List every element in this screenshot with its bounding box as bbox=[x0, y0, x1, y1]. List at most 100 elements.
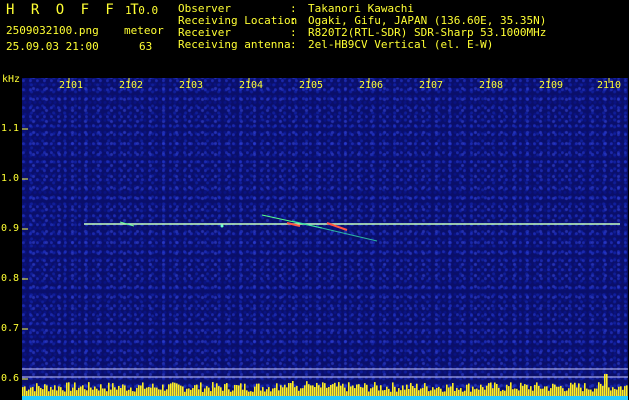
histogram-bar bbox=[382, 390, 384, 396]
histogram-bar bbox=[282, 387, 284, 396]
histogram-bar bbox=[238, 385, 240, 396]
image-filename: 2509032100.png bbox=[6, 24, 99, 37]
histogram-bar bbox=[432, 387, 434, 396]
histogram-bar bbox=[66, 382, 68, 396]
histogram-bar bbox=[560, 385, 562, 396]
histogram-bar bbox=[188, 388, 190, 396]
histogram-bar bbox=[120, 387, 122, 396]
histogram-bar bbox=[416, 383, 418, 396]
histogram-bar bbox=[388, 388, 390, 396]
histogram-bar bbox=[556, 386, 558, 396]
histogram-bar bbox=[166, 389, 168, 396]
histogram-bar bbox=[64, 391, 66, 396]
histogram-bar bbox=[56, 390, 58, 396]
histogram-bar bbox=[244, 383, 246, 396]
histogram-bar bbox=[274, 387, 276, 396]
histogram-bar bbox=[558, 386, 560, 396]
histogram-bar bbox=[232, 390, 234, 396]
histogram-bar bbox=[276, 383, 278, 396]
histogram-bar bbox=[182, 386, 184, 396]
histogram-bar bbox=[398, 388, 400, 396]
histogram-bar bbox=[246, 390, 248, 396]
histogram-bar bbox=[316, 382, 318, 396]
histogram-bar bbox=[404, 389, 406, 396]
histogram-bar bbox=[78, 387, 80, 396]
histogram-bar bbox=[392, 382, 394, 396]
histogram-bar bbox=[522, 385, 524, 396]
histogram-bar bbox=[356, 384, 358, 396]
x-tick-label: 2103 bbox=[179, 80, 204, 91]
histogram-bar bbox=[118, 385, 120, 396]
histogram-bar bbox=[474, 389, 476, 396]
histogram-bar bbox=[328, 387, 330, 396]
histogram-bar bbox=[110, 389, 112, 396]
histogram-bar bbox=[134, 391, 136, 396]
histogram-bar bbox=[252, 391, 254, 396]
histogram-bar bbox=[256, 383, 258, 396]
histogram-bar bbox=[52, 389, 54, 396]
capture-timestamp: 25.09.03 21:00 bbox=[6, 40, 99, 53]
histogram-bar bbox=[434, 389, 436, 396]
histogram-bar bbox=[506, 384, 508, 396]
histogram-bar bbox=[100, 384, 102, 396]
y-tick-label: 0.7 bbox=[1, 323, 20, 334]
histogram-bar bbox=[26, 390, 28, 396]
histogram-bar bbox=[438, 386, 440, 396]
histogram-bar bbox=[604, 374, 606, 396]
histogram-bar bbox=[338, 382, 340, 396]
histogram-bar bbox=[308, 384, 310, 396]
histogram-bar bbox=[340, 385, 342, 396]
histogram-bar bbox=[146, 387, 148, 396]
histogram-bar bbox=[144, 388, 146, 396]
histogram-bar bbox=[32, 386, 34, 396]
histogram-bar bbox=[422, 387, 424, 396]
histogram-bar bbox=[464, 390, 466, 396]
histogram-bar bbox=[574, 382, 576, 396]
histogram-bar bbox=[24, 386, 26, 396]
histogram-bar bbox=[88, 382, 90, 396]
histogram-bar bbox=[436, 387, 438, 396]
histogram-bar bbox=[586, 388, 588, 396]
histogram-bar bbox=[466, 384, 468, 396]
histogram-bar bbox=[584, 383, 586, 396]
histogram-bar bbox=[322, 382, 324, 396]
histogram-bar bbox=[504, 390, 506, 396]
histogram-bar bbox=[272, 388, 274, 396]
histogram-bar bbox=[396, 391, 398, 396]
histogram-bar bbox=[212, 382, 214, 396]
histogram-bar bbox=[314, 387, 316, 396]
histogram-bar bbox=[508, 386, 510, 396]
histogram-bar bbox=[152, 383, 154, 396]
histogram-bar bbox=[576, 387, 578, 396]
histogram-bar bbox=[50, 387, 52, 396]
histogram-bar bbox=[406, 384, 408, 396]
histogram-bar bbox=[622, 389, 624, 396]
histogram-bar bbox=[410, 382, 412, 396]
histogram-bar bbox=[122, 384, 124, 396]
histogram-bar bbox=[424, 383, 426, 396]
x-tick-label: 2110 bbox=[597, 80, 622, 91]
histogram-bar bbox=[326, 387, 328, 396]
histogram-bar bbox=[492, 388, 494, 396]
histogram-bar bbox=[136, 387, 138, 396]
histogram-bar bbox=[204, 388, 206, 396]
histogram-bar bbox=[210, 391, 212, 396]
histogram-bar bbox=[536, 382, 538, 396]
histogram-bar bbox=[304, 385, 306, 396]
histogram-bar bbox=[292, 380, 294, 396]
histogram-bar bbox=[526, 384, 528, 396]
histogram-bar bbox=[540, 388, 542, 396]
histogram-bar bbox=[608, 387, 610, 396]
histogram-bar bbox=[46, 385, 48, 396]
histogram-bar bbox=[84, 389, 86, 396]
histogram-bar bbox=[538, 385, 540, 396]
histogram-bar bbox=[230, 391, 232, 396]
histogram-bar bbox=[114, 387, 116, 396]
histogram-bar bbox=[548, 390, 550, 396]
histogram-bar bbox=[124, 385, 126, 396]
histogram-bar bbox=[180, 385, 182, 396]
histogram-bar bbox=[194, 385, 196, 396]
histogram-bar bbox=[488, 383, 490, 396]
histogram-bar bbox=[290, 383, 292, 396]
histogram-bar bbox=[214, 387, 216, 396]
